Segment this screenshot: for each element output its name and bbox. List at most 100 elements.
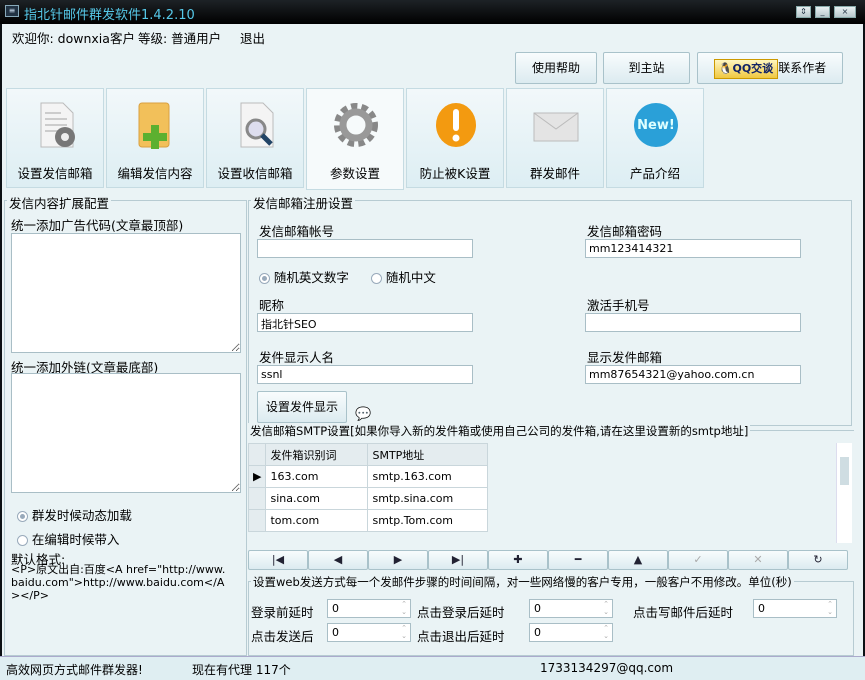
scrollbar-thumb[interactable] [840, 457, 849, 485]
tab-recipient-mailbox[interactable]: 设置收信邮箱 [206, 88, 304, 188]
mailbox-registration-group: 发信邮箱注册设置 发信邮箱帐号 发信邮箱密码 mm123414321 随机英文数… [248, 193, 852, 426]
tab-label: 群发邮件 [529, 166, 580, 181]
contact-label: 联系作者 [778, 61, 827, 75]
tab-label: 产品介绍 [629, 166, 680, 181]
refresh-button[interactable]: ↻ [788, 550, 848, 570]
svg-text:New!: New! [637, 118, 675, 133]
help-button[interactable]: 使用帮助 [515, 52, 597, 84]
display-email-label: 显示发件邮箱 [587, 350, 663, 365]
chat-bubble-icon[interactable]: 💬 [355, 407, 371, 422]
cancel-record-button[interactable]: ✕ [728, 550, 788, 570]
after-logout-label: 点击退出后延时 [417, 629, 505, 644]
row-header [247, 487, 267, 510]
password-input[interactable]: mm123414321 [585, 239, 801, 258]
smtp-settings-group: 发信邮箱SMTP设置[如果你导入新的发件箱或使用自己公司的发件箱,请在这里设置新… [247, 423, 854, 546]
table-cell[interactable]: tom.com [265, 509, 369, 532]
group-title: 发信邮箱SMTP设置[如果你导入新的发件箱或使用自己公司的发件箱,请在这里设置新… [248, 423, 751, 439]
contact-author-button[interactable]: 🐧QQ交谈 联系作者 [697, 52, 843, 84]
after-logout-spinner[interactable]: 0 [529, 623, 613, 642]
table-cell[interactable]: 163.com [265, 465, 369, 488]
after-send-spinner[interactable]: 0 [327, 623, 411, 642]
tab-product-info[interactable]: New! 产品介绍 [606, 88, 704, 188]
after-write-spinner[interactable]: 0 [753, 599, 837, 618]
after-login-spinner[interactable]: 0 [529, 599, 613, 618]
phone-label: 激活手机号 [587, 298, 650, 313]
edit-record-button[interactable]: ▲ [608, 550, 668, 570]
tab-parameters[interactable]: 参数设置 [306, 88, 404, 190]
first-record-button[interactable]: |◀ [248, 550, 308, 570]
password-label: 发信邮箱密码 [587, 224, 663, 239]
status-bar: 高效网页方式邮件群发器! 现在有代理 117个 1733134297@qq.co… [0, 656, 865, 680]
radio-label: 群发时候动态加载 [31, 508, 132, 523]
radio-unchecked-icon [17, 535, 28, 546]
document-gear-icon [40, 102, 75, 148]
account-input[interactable] [257, 239, 473, 258]
tab-label: 编辑发信内容 [117, 166, 193, 181]
phone-input[interactable] [585, 313, 801, 332]
ad-code-label: 统一添加广告代码(文章最顶部) [11, 218, 184, 233]
radio-unchecked-icon [371, 273, 382, 284]
before-login-label: 登录前延时 [251, 605, 314, 620]
welcome-text: 欢迎你: downxia客户 [12, 31, 135, 46]
table-cell[interactable]: smtp.Tom.com [367, 509, 489, 532]
smtp-table: 发件箱识别词 SMTP地址 ▶ 163.com smtp.163.com sina.c… [247, 443, 489, 532]
folder-add-icon [138, 102, 170, 149]
sender-name-input[interactable]: ssnl [257, 365, 473, 384]
after-send-label: 点击发送后 [251, 629, 314, 644]
close-button[interactable]: × [834, 6, 856, 18]
radio-label: 随机英文数字 [273, 270, 349, 285]
prev-record-button[interactable]: ◀ [308, 550, 368, 570]
user-level: 等级: 普通用户 [138, 31, 222, 46]
outlink-textarea[interactable] [11, 373, 241, 493]
post-record-button[interactable]: ✓ [668, 550, 728, 570]
table-row[interactable]: tom.com smtp.Tom.com [247, 509, 489, 532]
main-client: 欢迎你: downxia客户 等级: 普通用户 退出 使用帮助 到主站 🐧QQ交… [2, 24, 863, 656]
table-row[interactable]: ▶ 163.com smtp.163.com [247, 465, 489, 488]
radio-random-english[interactable]: 随机英文数字 [259, 267, 349, 286]
row-header [247, 509, 267, 532]
table-cell[interactable]: smtp.163.com [367, 465, 489, 488]
warning-icon [436, 103, 476, 147]
insert-record-button[interactable]: ✚ [488, 550, 548, 570]
app-menu-icon[interactable]: ≡ [5, 5, 19, 17]
delay-settings-group: 设置web发送方式每一个发邮件步骤的时间间隔，对一些网络慢的客户专用，一般客户不… [248, 574, 854, 656]
sender-name-label: 发件显示人名 [259, 350, 335, 365]
home-button[interactable]: 到主站 [603, 52, 690, 84]
before-login-spinner[interactable]: 0 [327, 599, 411, 618]
status-email: 1733134297@qq.com [540, 661, 674, 675]
table-row[interactable]: sina.com smtp.sina.com [247, 487, 489, 510]
table-cell[interactable]: smtp.sina.com [367, 487, 489, 510]
qq-chat-badge: 🐧QQ交谈 [713, 59, 779, 79]
nickname-input[interactable]: 指北针SEO [257, 313, 473, 332]
minimize-button[interactable]: _ [815, 6, 830, 18]
content-extension-group: 发信内容扩展配置 统一添加广告代码(文章最顶部) 统一添加外链(文章最底部) 群… [4, 193, 247, 656]
account-label: 发信邮箱帐号 [259, 224, 335, 239]
next-record-button[interactable]: ▶ [368, 550, 428, 570]
delete-record-button[interactable]: ━ [548, 550, 608, 570]
last-record-button[interactable]: ▶| [428, 550, 488, 570]
ad-code-textarea[interactable] [11, 233, 241, 353]
radio-edit-insert[interactable]: 在编辑时候带入 [17, 529, 119, 548]
qq-label: QQ交谈 [732, 62, 774, 75]
nickname-label: 昵称 [259, 298, 285, 313]
column-header[interactable]: 发件箱识别词 [265, 443, 369, 466]
logout-link[interactable]: 退出 [240, 28, 265, 47]
restore-button[interactable]: ⇕ [796, 6, 811, 18]
group-title: 设置web发送方式每一个发邮件步骤的时间间隔，对一些网络慢的客户专用，一般客户不… [251, 574, 794, 590]
tab-sender-mailbox[interactable]: 设置发信邮箱 [6, 88, 104, 188]
default-format-text: <P>原文出自:百度<A href="http://www.baidu.com"… [11, 563, 226, 602]
after-login-label: 点击登录后延时 [417, 605, 505, 620]
group-title: 发信邮箱注册设置 [251, 193, 356, 212]
radio-dynamic-load[interactable]: 群发时候动态加载 [17, 505, 132, 524]
tab-send-mail[interactable]: 群发邮件 [506, 88, 604, 188]
column-header[interactable]: SMTP地址 [367, 443, 489, 466]
document-search-icon [240, 102, 274, 148]
table-cell[interactable]: sina.com [265, 487, 369, 510]
tab-anti-block[interactable]: 防止被K设置 [406, 88, 504, 188]
vertical-scrollbar[interactable] [836, 443, 852, 543]
radio-random-chinese[interactable]: 随机中文 [371, 267, 436, 286]
set-sender-display-button[interactable]: 设置发件显示 [257, 391, 347, 423]
tab-edit-content[interactable]: 编辑发信内容 [106, 88, 204, 188]
display-email-input[interactable]: mm87654321@yahoo.com.cn [585, 365, 801, 384]
window-title: 指北针邮件群发软件1.4.2.10 [24, 8, 195, 23]
